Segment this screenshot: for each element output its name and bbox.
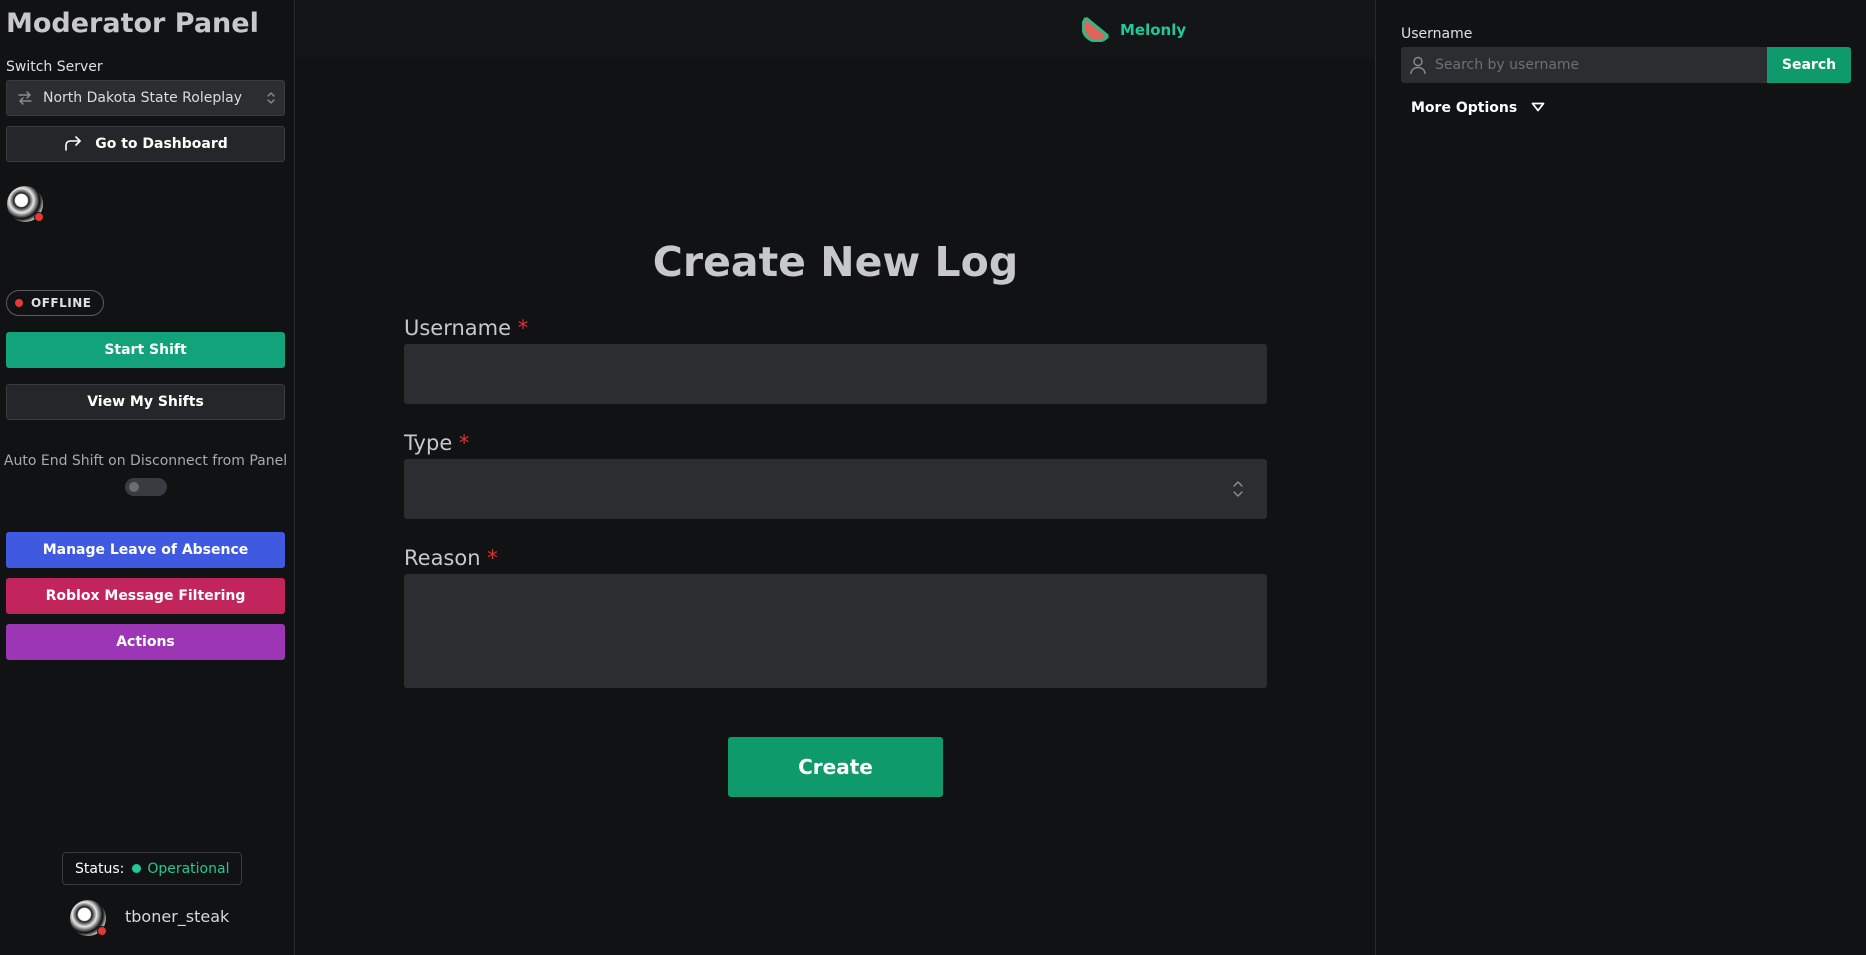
type-select[interactable] [404,459,1267,519]
view-my-shifts-button[interactable]: View My Shifts [6,384,285,420]
reason-field-label: Reason * [404,546,498,570]
offline-dot [15,299,23,307]
reason-label-text: Reason [404,546,481,570]
offline-indicator [34,212,44,222]
chevron-up-down-icon [258,90,284,106]
toggle-knob [129,482,139,492]
go-to-dashboard-label: Go to Dashboard [95,136,228,152]
offline-indicator [97,926,107,936]
username-input[interactable] [404,344,1267,404]
operational-dot [132,864,142,873]
reason-textarea[interactable] [404,574,1267,688]
search-input[interactable]: Search by username [1401,47,1767,83]
top-bar: Melonly [296,0,1375,58]
redirect-arrow-icon [63,136,83,152]
search-username-label: Username [1401,26,1473,42]
more-options-toggle[interactable]: More Options [1411,100,1545,116]
brand-name: Melonly [1120,21,1187,39]
page-title: Create New Log [652,238,1019,286]
caret-down-icon [1531,100,1545,116]
username-label-text: Username [404,316,512,340]
status-badge: OFFLINE [6,290,105,316]
search-placeholder: Search by username [1435,57,1580,73]
avatar[interactable] [7,186,44,222]
start-shift-button[interactable]: Start Shift [6,332,285,368]
system-status-label: Status: [75,860,125,877]
search-panel: Username Search by username Search More … [1375,0,1866,955]
username-field-label: Username * [404,316,528,340]
type-field-label: Type * [404,431,469,455]
system-status[interactable]: Status: Operational [62,852,243,885]
actions-button[interactable]: Actions [6,624,285,660]
create-button[interactable]: Create [728,737,943,797]
current-username[interactable]: tboner_steak [125,907,229,926]
search-button[interactable]: Search [1767,47,1851,83]
server-select[interactable]: North Dakota State Roleplay [6,80,285,116]
server-name: North Dakota State Roleplay [43,90,242,106]
required-marker: * [458,431,470,455]
required-marker: * [517,316,529,340]
more-options-label: More Options [1411,100,1518,116]
go-to-dashboard-button[interactable]: Go to Dashboard [6,126,285,162]
panel-title: Moderator Panel [6,8,259,39]
brand[interactable]: Melonly [1081,14,1187,46]
sidebar: Moderator Panel Switch Server North Dako… [0,0,295,955]
switch-server-label: Switch Server [6,59,103,75]
chevron-up-down-icon [1231,479,1245,503]
auto-end-shift-toggle[interactable] [125,478,167,496]
type-label-text: Type [404,431,453,455]
system-status-value: Operational [147,860,230,877]
roblox-message-filtering-button[interactable]: Roblox Message Filtering [6,578,285,614]
user-icon [1401,55,1435,75]
required-marker: * [487,546,498,570]
manage-leave-of-absence-button[interactable]: Manage Leave of Absence [6,532,285,568]
auto-end-shift-label: Auto End Shift on Disconnect from Panel [3,453,288,469]
status-badge-label: OFFLINE [31,296,92,310]
user-avatar[interactable] [70,900,107,936]
watermelon-icon [1081,14,1112,46]
swap-arrows-icon [7,81,43,115]
